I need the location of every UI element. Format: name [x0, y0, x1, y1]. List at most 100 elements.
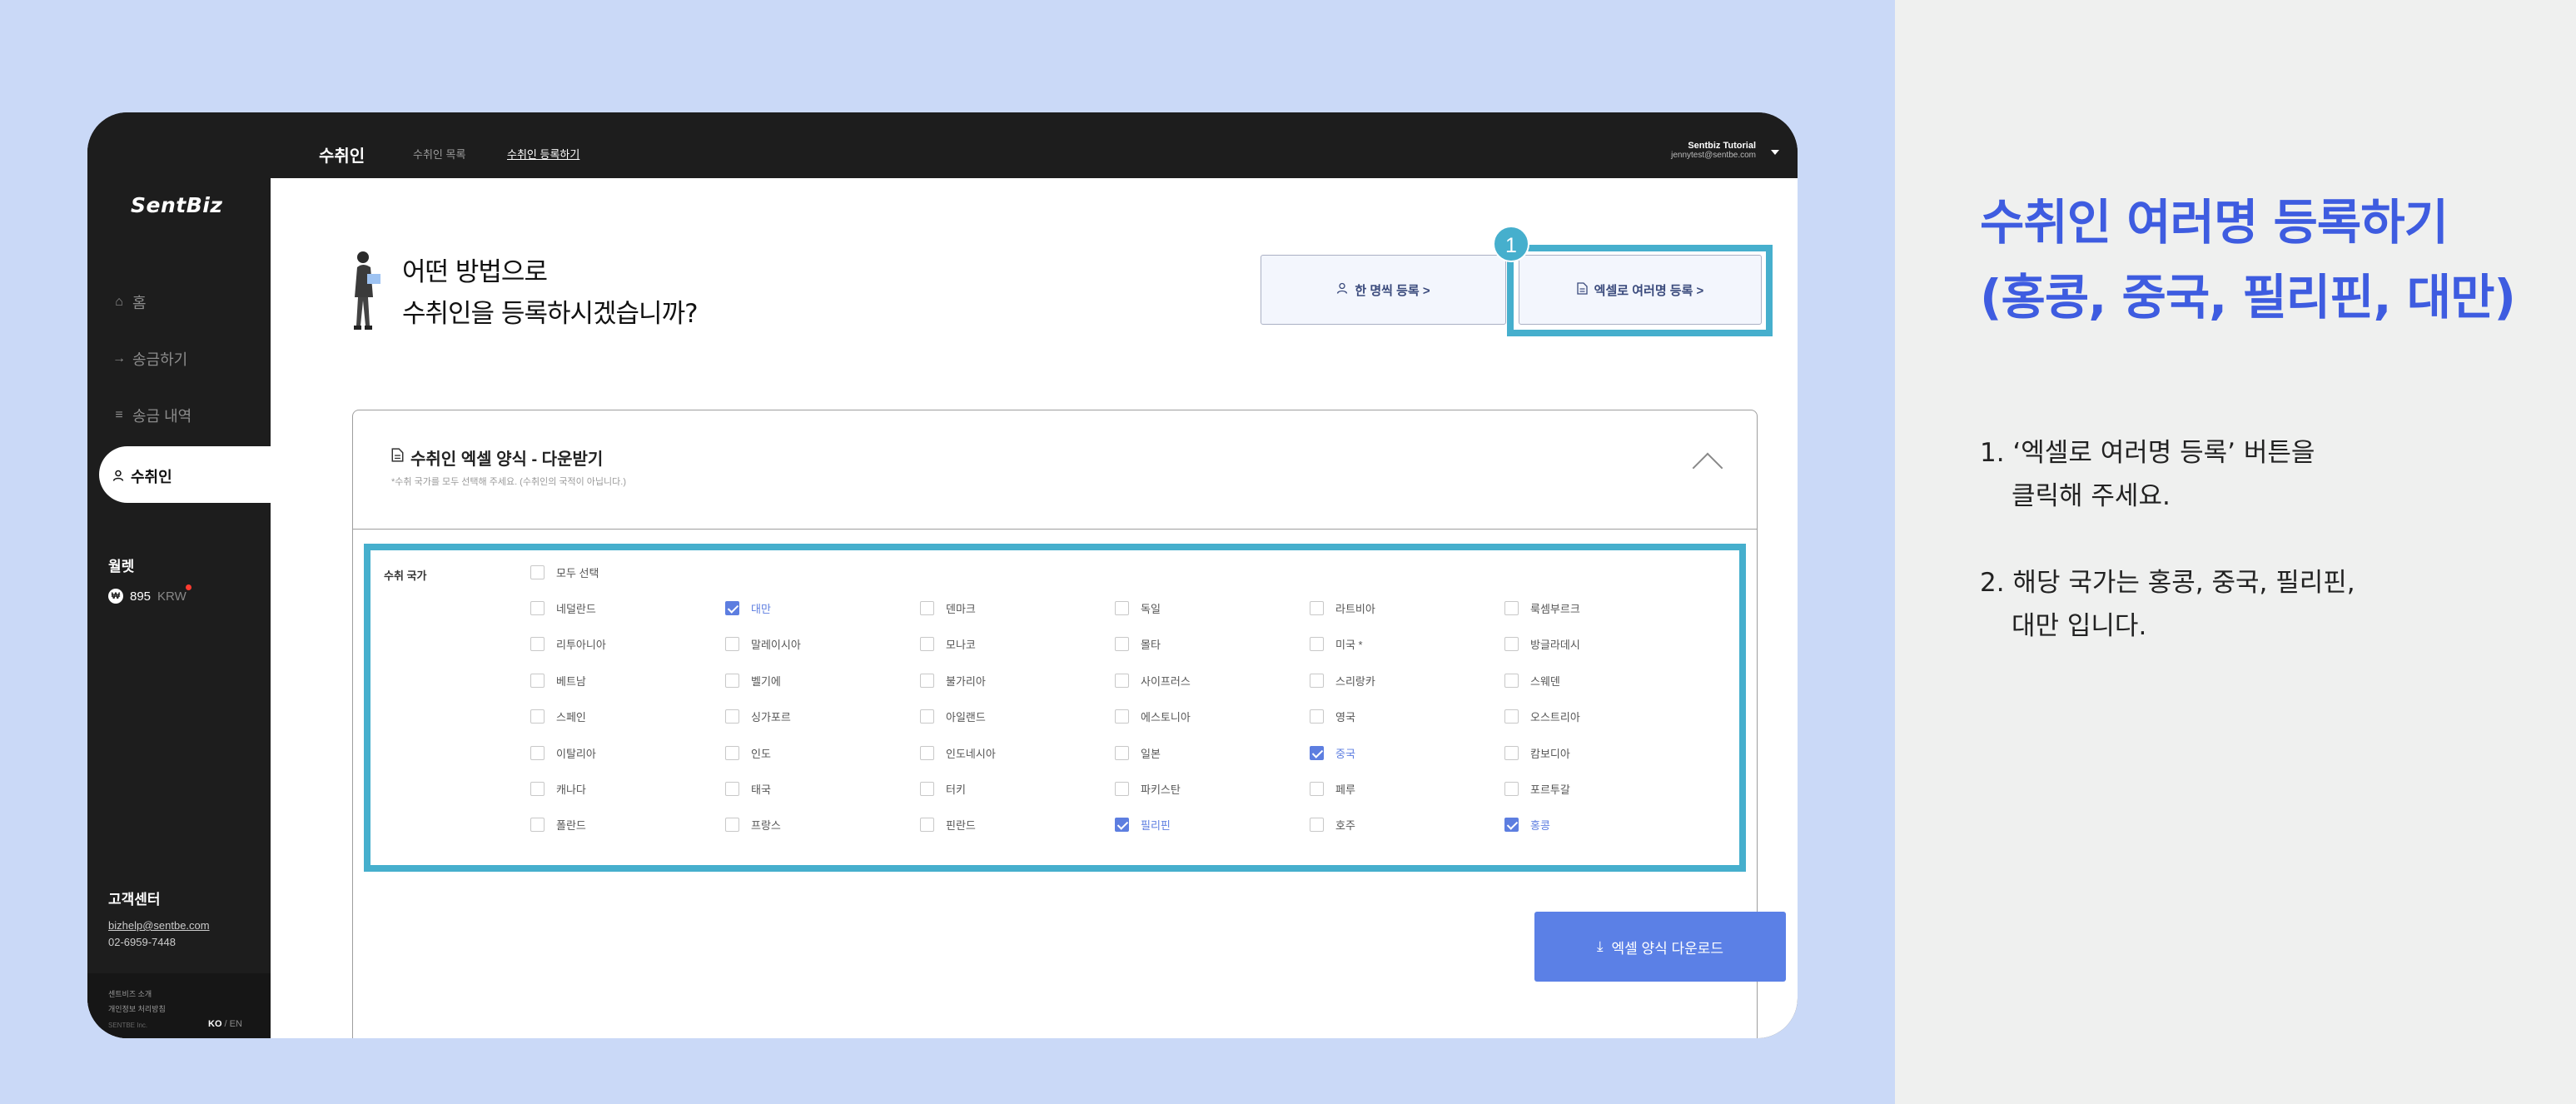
country-checkbox[interactable]: 아일랜드 [920, 709, 986, 724]
download-template-button[interactable]: ⤓ 엑셀 양식 다운로드 [1534, 912, 1786, 982]
country-checkbox[interactable]: 몰타 [1115, 636, 1161, 652]
country-checkbox[interactable]: 벨기에 [725, 673, 781, 689]
country-checkbox[interactable]: 베트남 [530, 673, 586, 689]
country-checkbox[interactable]: 스웨덴 [1504, 673, 1560, 689]
user-email: jennytest@sentbe.com [1671, 151, 1756, 160]
instruction-title-line2: (홍콩, 중국, 필리핀, 대만) [1980, 269, 2516, 326]
checkbox-label: 중국 [1335, 748, 1355, 760]
country-checkbox[interactable]: 프랑스 [725, 817, 781, 833]
country-checkbox[interactable]: 룩셈부르크 [1504, 600, 1580, 616]
checkbox-label: 필리핀 [1141, 819, 1171, 832]
page-title: 수취인 [319, 147, 366, 166]
country-checkbox[interactable]: 네덜란드 [530, 600, 596, 616]
checkbox-label: 파키스탄 [1141, 783, 1181, 796]
wallet-balance[interactable]: ₩ 895 KRW [108, 589, 186, 604]
logo[interactable]: SentBiz [131, 193, 222, 217]
support-email-link[interactable]: bizhelp@sentbe.com [108, 919, 210, 932]
checkbox-label: 라트비아 [1335, 603, 1375, 615]
checkbox-box [1115, 674, 1129, 688]
checkbox-label: 방글라데시 [1530, 639, 1580, 651]
country-checkbox[interactable]: 캄보디아 [1504, 745, 1570, 761]
user-menu[interactable]: Sentbiz Tutorial jennytest@sentbe.com [1671, 141, 1756, 160]
chevron-up-icon[interactable] [1692, 452, 1723, 484]
sidebar-item-home[interactable]: ⌂ 홈 [112, 291, 146, 313]
country-checkbox[interactable]: 독일 [1115, 600, 1161, 616]
country-checkbox[interactable]: 에스토니아 [1115, 709, 1191, 724]
checkbox-box [725, 782, 739, 796]
document-icon [391, 448, 404, 467]
checkbox-box [1115, 818, 1129, 832]
country-checkbox[interactable]: 중국 [1310, 745, 1355, 761]
country-checkbox[interactable]: 태국 [725, 781, 771, 797]
checkbox-box [530, 709, 545, 724]
register-single-label: 한 명씩 등록 > [1355, 283, 1430, 298]
checkbox-label: 인도 [751, 748, 771, 760]
country-checkbox[interactable]: 오스트리아 [1504, 709, 1580, 724]
country-checkbox[interactable]: 호주 [1310, 817, 1355, 833]
country-checkbox[interactable]: 싱가포르 [725, 709, 791, 724]
checkbox-box [920, 746, 934, 760]
country-checkbox[interactable]: 포르투갈 [1504, 781, 1570, 797]
checkbox-label: 미국 * [1335, 639, 1363, 651]
checkbox-label: 태국 [751, 783, 771, 796]
checkbox-box [530, 818, 545, 832]
country-checkbox[interactable]: 말레이시아 [725, 636, 801, 652]
country-checkbox[interactable]: 폴란드 [530, 817, 586, 833]
checkbox-label: 터키 [946, 783, 966, 796]
country-checkbox[interactable]: 인도네시아 [920, 745, 996, 761]
checkbox-box [1115, 637, 1129, 651]
country-checkbox[interactable]: 인도 [725, 745, 771, 761]
country-checkbox[interactable]: 핀란드 [920, 817, 976, 833]
nav-link-recipient-register[interactable]: 수취인 등록하기 [507, 146, 579, 162]
instruction-steps: 1. ‘엑셀로 여러명 등록’ 버튼을 클릭해 주세요. 2. 해당 국가는 홍… [1980, 431, 2546, 691]
country-checkbox[interactable]: 사이프러스 [1115, 673, 1191, 689]
sidebar-item-recipient[interactable]: 수취인 [112, 465, 172, 487]
register-single-button[interactable]: 한 명씩 등록 > [1261, 255, 1506, 325]
country-checkbox[interactable]: 불가리아 [920, 673, 986, 689]
checkbox-label: 폴란드 [556, 819, 586, 832]
country-checkbox[interactable]: 방글라데시 [1504, 636, 1580, 652]
country-checkbox[interactable]: 터키 [920, 781, 966, 797]
select-all-checkbox[interactable]: 모두 선택 [530, 564, 599, 580]
checkbox-box [1310, 746, 1324, 760]
panel-subtitle: *수취 국가를 모두 선택해 주세요. (수취인의 국적이 아닙니다.) [391, 477, 626, 487]
country-checkbox[interactable]: 파키스탄 [1115, 781, 1181, 797]
checkbox-box [1504, 601, 1519, 615]
country-label: 수취 국가 [384, 569, 427, 582]
country-checkbox[interactable]: 홍콩 [1504, 817, 1550, 833]
footer-about-link[interactable]: 센트비즈 소개 [108, 988, 152, 999]
checkbox-label: 캐나다 [556, 783, 586, 796]
country-checkbox[interactable]: 캐나다 [530, 781, 586, 797]
country-checkbox[interactable]: 대만 [725, 600, 771, 616]
checkbox-label: 페루 [1335, 783, 1355, 796]
lang-en[interactable]: EN [230, 1019, 242, 1029]
country-checkbox[interactable]: 리투아니아 [530, 636, 606, 652]
country-checkbox[interactable]: 영국 [1310, 709, 1355, 724]
checkbox-label: 아일랜드 [946, 711, 986, 724]
sidebar: SentBiz ⌂ 홈 → 송금하기 ≡ 송금 내역 수취인 월렛 ₩ 895 … [87, 178, 282, 1038]
country-checkbox[interactable]: 페루 [1310, 781, 1355, 797]
country-checkbox[interactable]: 덴마크 [920, 600, 976, 616]
sidebar-item-send[interactable]: → 송금하기 [112, 348, 187, 370]
sidebar-item-history[interactable]: ≡ 송금 내역 [112, 405, 191, 426]
chevron-down-icon[interactable] [1771, 150, 1779, 155]
checkbox-label: 말레이시아 [751, 639, 801, 651]
country-checkbox[interactable]: 스리랑카 [1310, 673, 1375, 689]
country-checkbox[interactable]: 이탈리아 [530, 745, 596, 761]
country-checkbox[interactable]: 스페인 [530, 709, 586, 724]
nav-link-recipient-list[interactable]: 수취인 목록 [413, 146, 465, 162]
instruction-title: 수취인 여러명 등록하기 (홍콩, 중국, 필리핀, 대만) [1980, 185, 2563, 335]
panel-header[interactable]: 수취인 엑셀 양식 - 다운받기 *수취 국가를 모두 선택해 주세요. (수취… [353, 410, 1757, 530]
checkbox-label: 스페인 [556, 711, 586, 724]
footer-privacy-link[interactable]: 개인정보 처리방침 [108, 1003, 166, 1014]
country-checkbox[interactable]: 미국 * [1310, 636, 1363, 652]
register-bulk-excel-button[interactable]: 엑셀로 여러명 등록 > [1519, 255, 1762, 325]
country-checkbox[interactable]: 필리핀 [1115, 817, 1171, 833]
country-checkbox[interactable]: 라트비아 [1310, 600, 1375, 616]
country-checkbox[interactable]: 일본 [1115, 745, 1161, 761]
checkbox-box [1115, 782, 1129, 796]
checkbox-label: 리투아니아 [556, 639, 606, 651]
country-checkbox[interactable]: 모나코 [920, 636, 976, 652]
checkbox-box [1115, 709, 1129, 724]
lang-ko[interactable]: KO [208, 1019, 222, 1029]
